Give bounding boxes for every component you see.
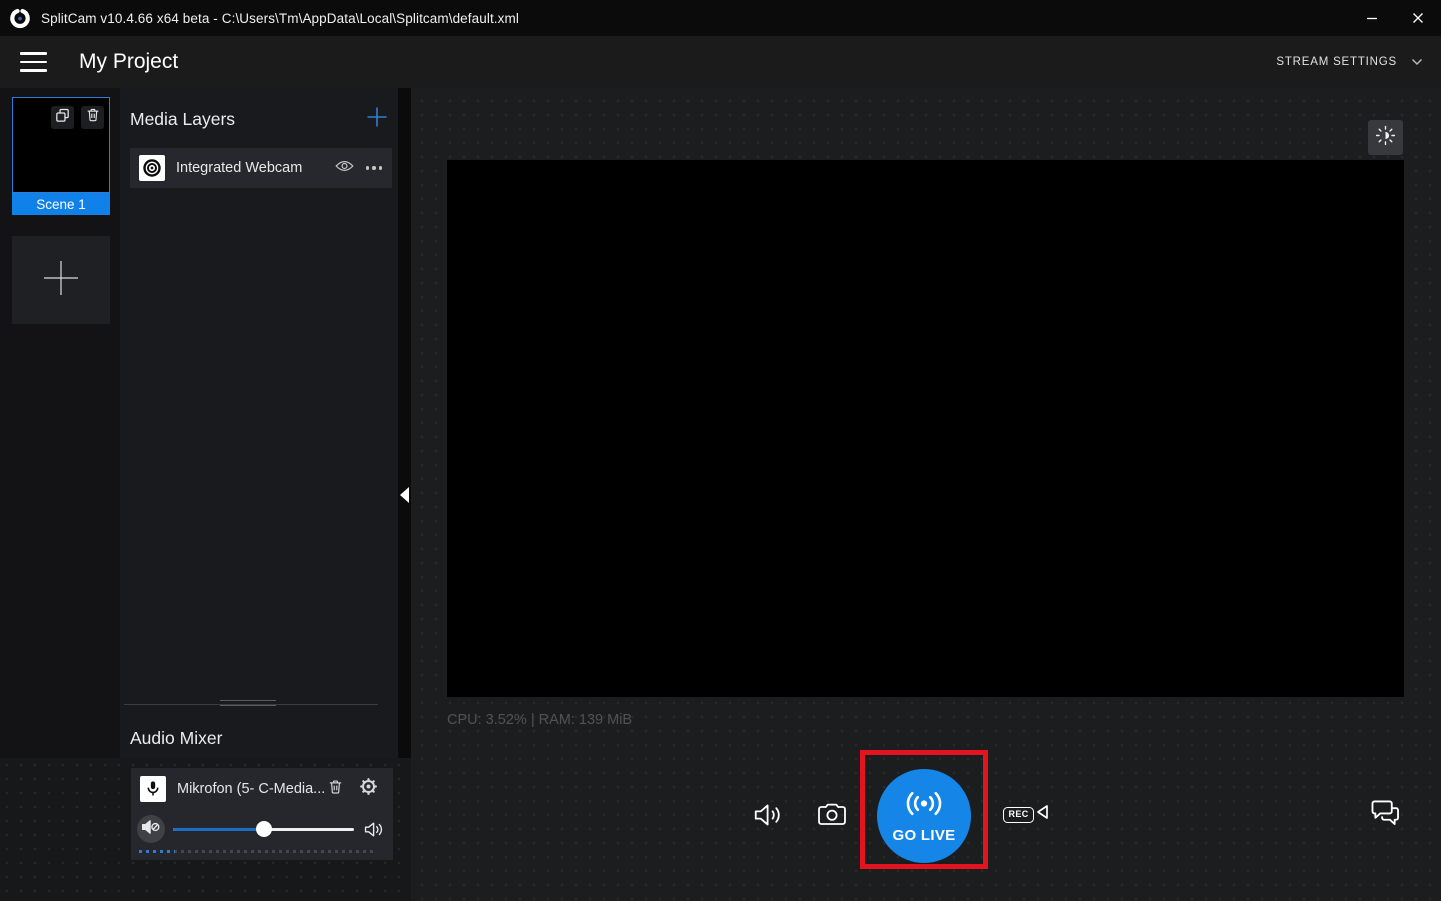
record-button[interactable]: REC xyxy=(1003,803,1049,826)
speaker-muted-icon xyxy=(141,819,162,840)
page-title: My Project xyxy=(79,50,178,74)
trash-icon xyxy=(85,107,101,128)
add-scene-button[interactable] xyxy=(12,236,110,324)
menu-hamburger-icon[interactable] xyxy=(20,52,47,72)
duplicate-scene-button[interactable] xyxy=(51,106,74,129)
audio-level-meter xyxy=(139,850,377,853)
volume-slider[interactable] xyxy=(173,821,354,837)
layer-more-button[interactable] xyxy=(366,166,382,169)
main-area: CPU: 3.52% | RAM: 139 MiB xyxy=(411,88,1441,901)
layer-name: Integrated Webcam xyxy=(176,160,335,176)
mute-button[interactable] xyxy=(137,815,165,843)
broadcast-icon xyxy=(902,789,946,823)
scene-1-thumbnail[interactable] xyxy=(12,97,110,193)
remove-audio-device-button[interactable] xyxy=(327,778,344,801)
chat-button[interactable] xyxy=(1369,800,1401,830)
media-layers-title: Media Layers xyxy=(130,109,235,130)
camcorder-triangle-icon xyxy=(1036,803,1049,826)
layer-row-integrated-webcam[interactable]: Integrated Webcam xyxy=(130,148,392,188)
collapse-panel-arrow-icon[interactable] xyxy=(400,487,409,503)
rec-label: REC xyxy=(1003,807,1034,823)
plus-icon xyxy=(38,255,84,306)
copy-icon xyxy=(54,107,71,129)
audio-settings-gear-icon[interactable] xyxy=(359,777,378,801)
video-preview xyxy=(447,160,1404,697)
audio-output-button[interactable] xyxy=(752,802,784,832)
minimize-button[interactable] xyxy=(1349,0,1395,36)
volume-icon xyxy=(753,801,784,834)
audio-mixer-device-card: Mikrofon (5- C-Media... xyxy=(131,768,393,860)
webcam-icon xyxy=(139,155,165,181)
performance-stats: CPU: 3.52% | RAM: 139 MiB xyxy=(447,712,632,728)
brightness-button[interactable] xyxy=(1368,120,1403,155)
scene-1-label[interactable]: Scene 1 xyxy=(12,193,110,215)
stream-settings-label: STREAM SETTINGS xyxy=(1276,56,1397,68)
splitcam-logo-icon xyxy=(9,7,31,29)
close-button[interactable] xyxy=(1395,0,1441,36)
snapshot-button[interactable] xyxy=(816,802,848,832)
go-live-button[interactable]: GO LIVE xyxy=(877,769,971,863)
sun-icon xyxy=(1375,125,1396,151)
add-layer-button[interactable] xyxy=(366,106,388,133)
audio-device-name: Mikrofon (5- C-Media... xyxy=(177,781,325,797)
camera-icon xyxy=(817,802,847,832)
media-layers-panel: Media Layers Integrated Webcam xyxy=(120,88,398,901)
audio-mixer-title: Audio Mixer xyxy=(130,728,222,749)
app-header: My Project STREAM SETTINGS xyxy=(0,36,1441,88)
go-live-label: GO LIVE xyxy=(893,827,956,844)
delete-scene-button[interactable] xyxy=(81,106,104,129)
splitcam-window: SplitCam v10.4.66 x64 beta - C:\Users\Tm… xyxy=(0,0,1441,901)
ellipsis-icon xyxy=(366,166,382,169)
speaker-icon xyxy=(364,821,384,838)
chat-bubbles-icon xyxy=(1370,799,1401,831)
volume-slider-thumb[interactable] xyxy=(256,821,272,837)
window-title: SplitCam v10.4.66 x64 beta - C:\Users\Tm… xyxy=(41,11,519,26)
title-bar: SplitCam v10.4.66 x64 beta - C:\Users\Tm… xyxy=(0,0,1441,36)
microphone-icon xyxy=(140,776,166,802)
stream-settings-button[interactable]: STREAM SETTINGS xyxy=(1276,53,1423,71)
chevron-down-icon xyxy=(1411,53,1423,71)
layer-visibility-button[interactable] xyxy=(335,159,354,178)
divider-drag-handle[interactable] xyxy=(220,700,276,706)
